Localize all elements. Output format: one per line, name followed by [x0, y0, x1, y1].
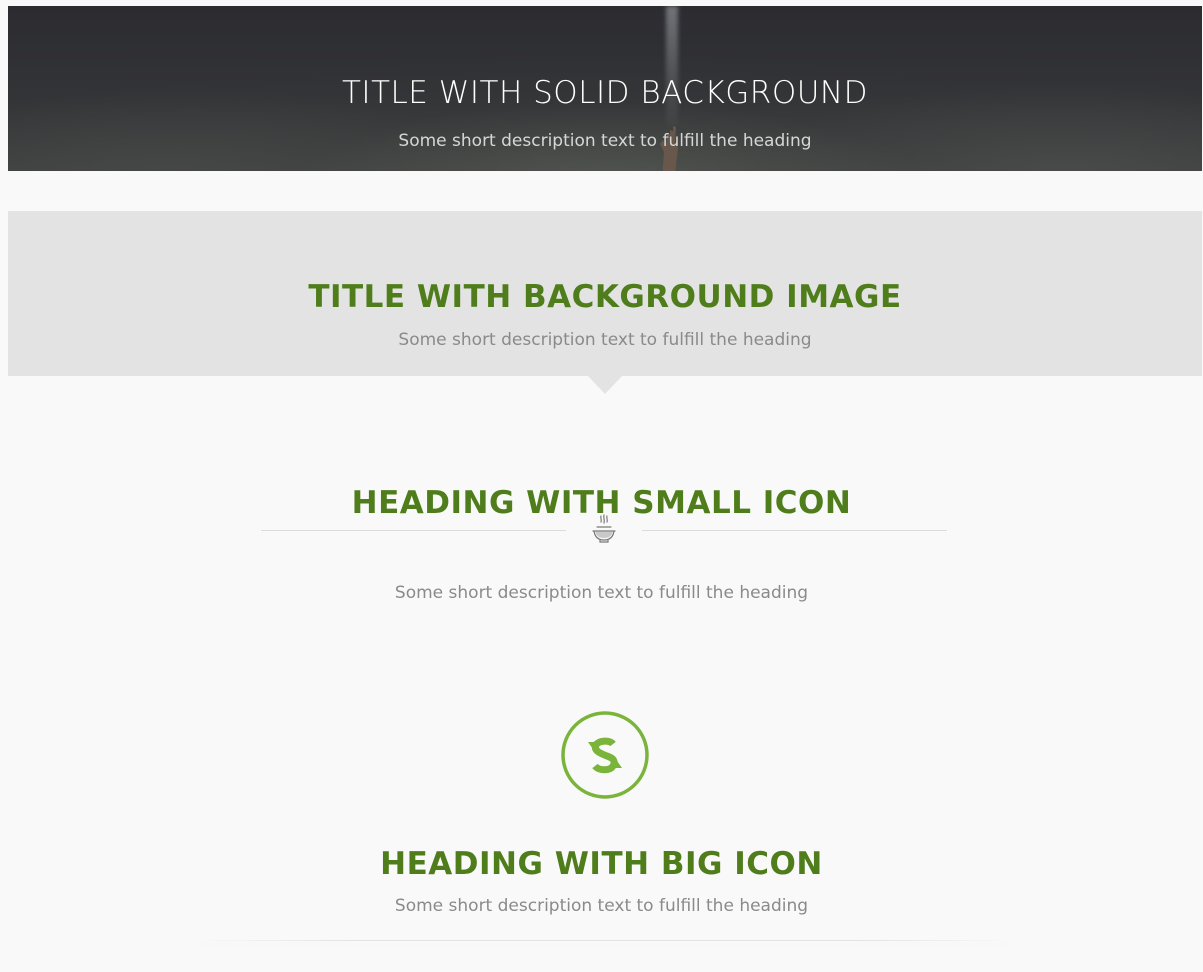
- background-image-banner: TITLE WITH BACKGROUND IMAGE Some short d…: [8, 211, 1202, 376]
- background-image-title: TITLE WITH BACKGROUND IMAGE: [308, 278, 902, 315]
- small-icon-description: Some short description text to fulfill t…: [394, 583, 809, 603]
- solid-background-title: TITLE WITH SOLID BACKGROUND: [342, 74, 868, 111]
- solid-background-description: Some short description text to fulfill t…: [398, 131, 812, 151]
- divider-right: [642, 530, 947, 531]
- s-logo-circle-icon: [561, 711, 649, 799]
- banner-caret: [588, 376, 622, 394]
- big-icon-heading: HEADING WITH BIG ICON: [380, 845, 823, 882]
- big-icon-description: Some short description text to fulfill t…: [394, 896, 809, 916]
- background-image-description: Some short description text to fulfill t…: [398, 330, 812, 350]
- bottom-divider: [190, 940, 1020, 941]
- steaming-bowl-icon: [592, 514, 616, 543]
- divider-left: [261, 530, 566, 531]
- solid-background-banner: TITLE WITH SOLID BACKGROUND Some short d…: [8, 6, 1202, 171]
